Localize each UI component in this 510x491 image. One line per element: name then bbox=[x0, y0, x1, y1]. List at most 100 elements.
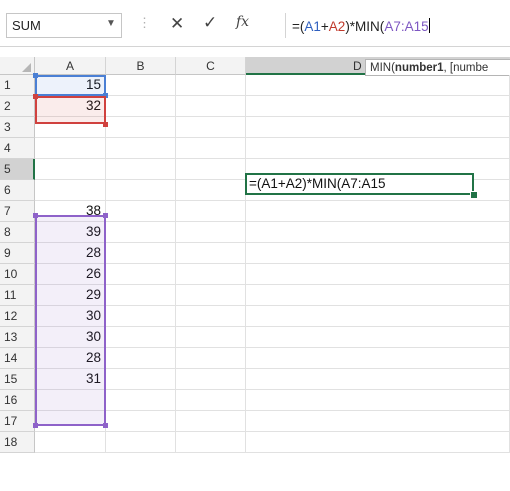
cell-c3[interactable] bbox=[176, 117, 246, 138]
cell-c15[interactable] bbox=[176, 369, 246, 390]
cell-c13[interactable] bbox=[176, 327, 246, 348]
cell-b12[interactable] bbox=[106, 306, 176, 327]
cell-c2[interactable] bbox=[176, 96, 246, 117]
row-header-3[interactable]: 3 bbox=[0, 117, 35, 138]
cell-b1[interactable] bbox=[106, 75, 176, 96]
cell-d7[interactable] bbox=[246, 201, 510, 222]
cell-b4[interactable] bbox=[106, 138, 176, 159]
row-header-7[interactable]: 7 bbox=[0, 201, 35, 222]
cancel-button[interactable]: ✕ bbox=[170, 15, 184, 33]
cell-b11[interactable] bbox=[106, 285, 176, 306]
ref-handle-a7-tr[interactable] bbox=[103, 213, 108, 218]
row-header-4[interactable]: 4 bbox=[0, 138, 35, 159]
cell-c9[interactable] bbox=[176, 243, 246, 264]
cell-d2[interactable] bbox=[246, 96, 510, 117]
ref-a1: A1 bbox=[304, 19, 321, 34]
ref-handle-a2-br[interactable] bbox=[103, 122, 108, 127]
row-header-10[interactable]: 10 bbox=[0, 264, 35, 285]
row-header-1[interactable]: 1 bbox=[0, 75, 35, 96]
column-header-c[interactable]: C bbox=[176, 57, 246, 75]
row-header-2[interactable]: 2 bbox=[0, 96, 35, 117]
cell-c10[interactable] bbox=[176, 264, 246, 285]
ref-highlight-a2 bbox=[35, 96, 106, 124]
cell-d4[interactable] bbox=[246, 138, 510, 159]
ref-handle-a2[interactable] bbox=[33, 94, 38, 99]
row-header-8[interactable]: 8 bbox=[0, 222, 35, 243]
ref-handle-a7[interactable] bbox=[33, 213, 38, 218]
cell-b17[interactable] bbox=[106, 411, 176, 432]
row-header-9[interactable]: 9 bbox=[0, 243, 35, 264]
ref-handle-a15-bl[interactable] bbox=[33, 423, 38, 428]
row-header-5[interactable]: 5 bbox=[0, 159, 35, 180]
row-header-18[interactable]: 18 bbox=[0, 432, 35, 453]
insert-function-button[interactable]: fx bbox=[236, 14, 249, 30]
cell-b14[interactable] bbox=[106, 348, 176, 369]
row-header-11[interactable]: 11 bbox=[0, 285, 35, 306]
ref-handle-a15-br[interactable] bbox=[103, 423, 108, 428]
row-header-16[interactable]: 16 bbox=[0, 390, 35, 411]
cell-b16[interactable] bbox=[106, 390, 176, 411]
chevron-down-icon[interactable]: ▼ bbox=[106, 18, 116, 29]
cell-d9[interactable] bbox=[246, 243, 510, 264]
row-header-6[interactable]: 6 bbox=[0, 180, 35, 201]
cell-d14[interactable] bbox=[246, 348, 510, 369]
cell-b3[interactable] bbox=[106, 117, 176, 138]
cell-b8[interactable] bbox=[106, 222, 176, 243]
cell-d3[interactable] bbox=[246, 117, 510, 138]
cell-d12[interactable] bbox=[246, 306, 510, 327]
text-cursor bbox=[428, 18, 430, 33]
cell-c18[interactable] bbox=[176, 432, 246, 453]
cell-a4[interactable] bbox=[35, 138, 106, 159]
cell-a5[interactable] bbox=[35, 159, 106, 180]
row-header-13[interactable]: 13 bbox=[0, 327, 35, 348]
cell-b10[interactable] bbox=[106, 264, 176, 285]
cell-d11[interactable] bbox=[246, 285, 510, 306]
ref-a7-a15: A7:A15 bbox=[384, 19, 429, 34]
cell-c11[interactable] bbox=[176, 285, 246, 306]
formula-text: =(A1+A2)*MIN(A7:A15 bbox=[292, 18, 430, 34]
row-header-14[interactable]: 14 bbox=[0, 348, 35, 369]
cell-d18[interactable] bbox=[246, 432, 510, 453]
cell-d1[interactable] bbox=[246, 75, 510, 96]
cell-c6[interactable] bbox=[176, 180, 246, 201]
cell-c14[interactable] bbox=[176, 348, 246, 369]
cell-c7[interactable] bbox=[176, 201, 246, 222]
column-header-b[interactable]: B bbox=[106, 57, 176, 75]
separator-icon: ⋮ bbox=[138, 15, 151, 30]
cell-b15[interactable] bbox=[106, 369, 176, 390]
cell-b7[interactable] bbox=[106, 201, 176, 222]
cell-b5[interactable] bbox=[106, 159, 176, 180]
cell-c1[interactable] bbox=[176, 75, 246, 96]
function-tooltip[interactable]: MIN(number1, [numbe bbox=[365, 59, 510, 76]
cell-c8[interactable] bbox=[176, 222, 246, 243]
cell-d8[interactable] bbox=[246, 222, 510, 243]
cell-b2[interactable] bbox=[106, 96, 176, 117]
ref-highlight-a7-a15 bbox=[35, 215, 106, 426]
cell-c16[interactable] bbox=[176, 390, 246, 411]
cell-b18[interactable] bbox=[106, 432, 176, 453]
cell-c4[interactable] bbox=[176, 138, 246, 159]
cell-d15[interactable] bbox=[246, 369, 510, 390]
cell-b6[interactable] bbox=[106, 180, 176, 201]
row-header-12[interactable]: 12 bbox=[0, 306, 35, 327]
column-header-a[interactable]: A bbox=[35, 57, 106, 75]
cell-d10[interactable] bbox=[246, 264, 510, 285]
row-header-17[interactable]: 17 bbox=[0, 411, 35, 432]
enter-button[interactable]: ✓ bbox=[203, 14, 217, 32]
cell-d17[interactable] bbox=[246, 411, 510, 432]
cell-c5[interactable] bbox=[176, 159, 246, 180]
ref-handle-a1[interactable] bbox=[33, 73, 38, 78]
cell-b13[interactable] bbox=[106, 327, 176, 348]
cell-c12[interactable] bbox=[176, 306, 246, 327]
active-cell-d5[interactable]: =(A1+A2)*MIN(A7:A15 bbox=[245, 173, 474, 195]
row-header-15[interactable]: 15 bbox=[0, 369, 35, 390]
ref-a2: A2 bbox=[328, 19, 346, 34]
cell-d16[interactable] bbox=[246, 390, 510, 411]
cell-a6[interactable] bbox=[35, 180, 106, 201]
select-all-icon bbox=[22, 63, 31, 72]
fill-handle[interactable] bbox=[470, 191, 478, 199]
cell-c17[interactable] bbox=[176, 411, 246, 432]
cell-b9[interactable] bbox=[106, 243, 176, 264]
cell-d13[interactable] bbox=[246, 327, 510, 348]
cell-a18[interactable] bbox=[35, 432, 106, 453]
